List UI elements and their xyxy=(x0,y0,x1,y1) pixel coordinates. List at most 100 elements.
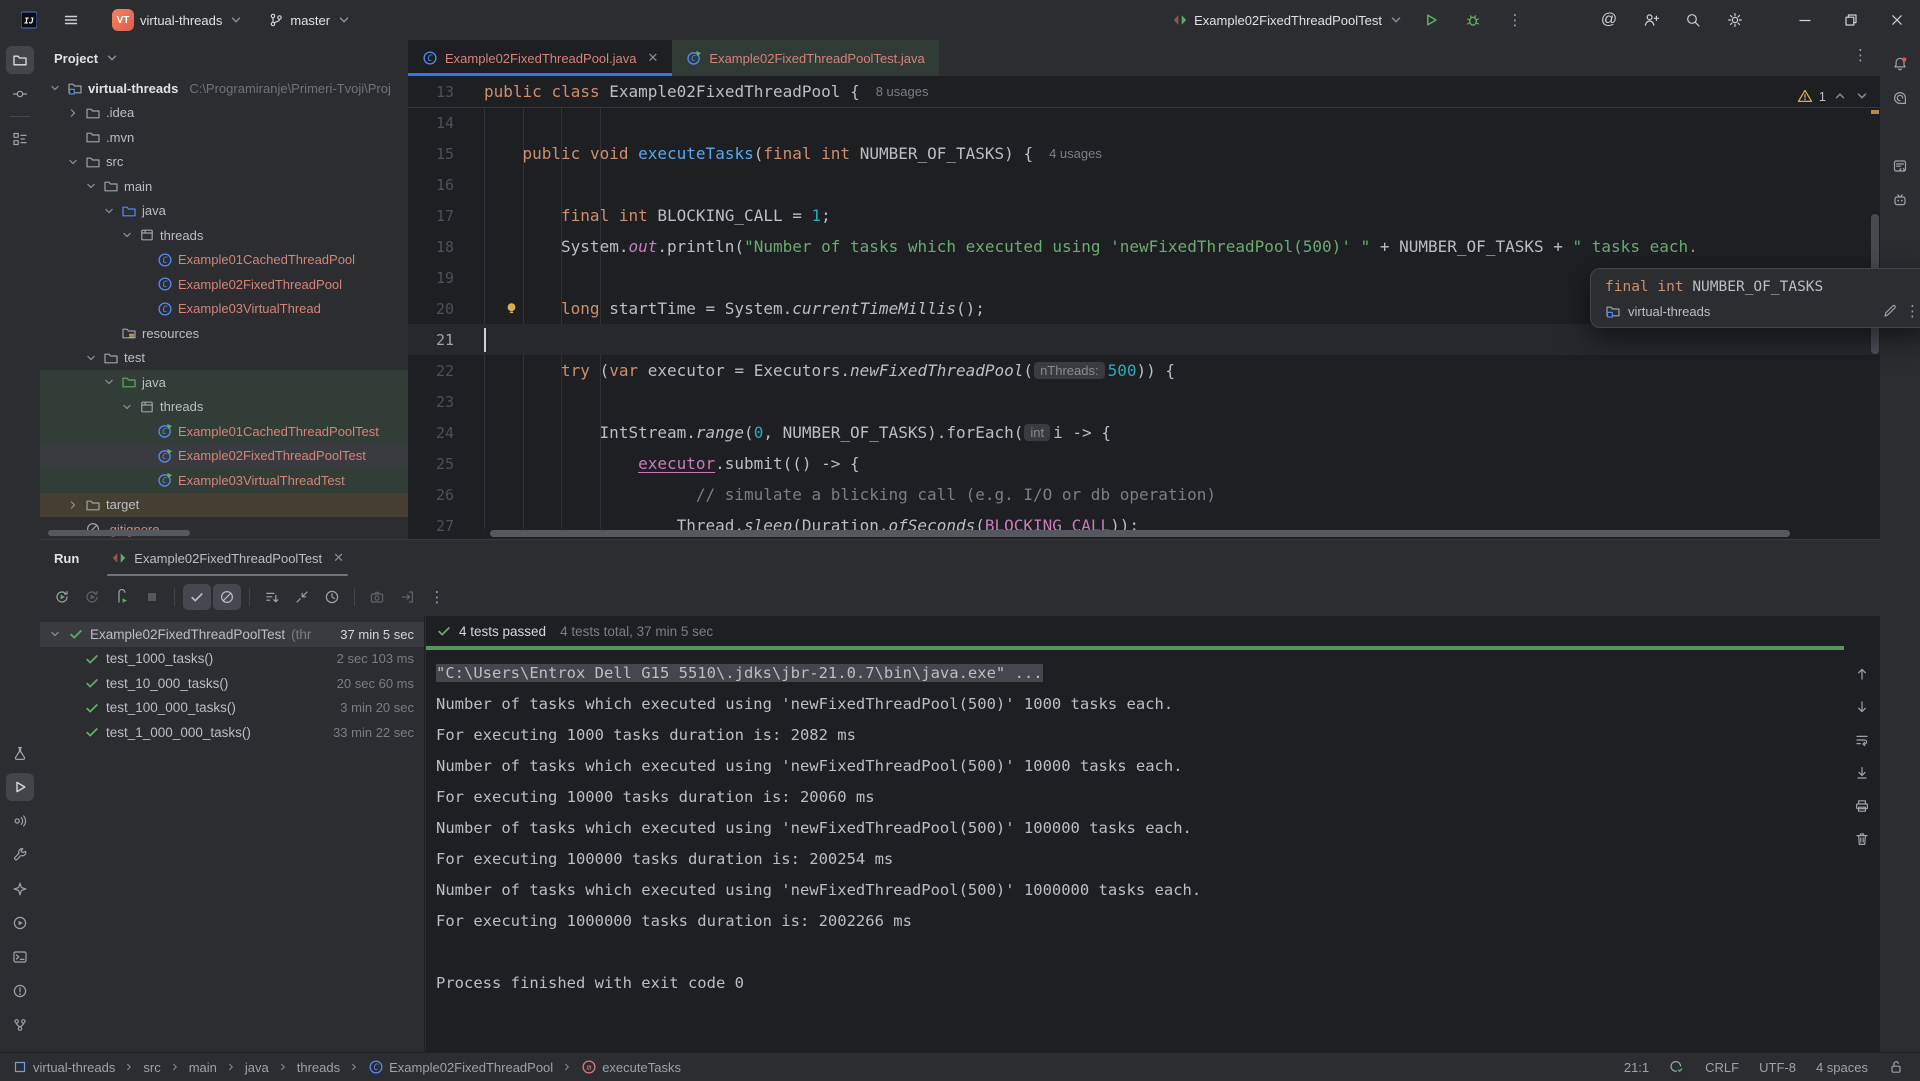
tree-item[interactable]: target xyxy=(40,493,408,518)
tool-strip-button-commit[interactable] xyxy=(6,80,34,108)
tool-strip-button-bell[interactable] xyxy=(1886,50,1914,78)
code-line[interactable]: 26// simulate a blicking call (e.g. I/O … xyxy=(408,479,1880,510)
tree-chevron[interactable] xyxy=(102,375,116,389)
rerun-button[interactable] xyxy=(48,584,76,610)
tool-strip-button-project-folder[interactable] xyxy=(6,46,34,74)
close-tab-icon[interactable]: ✕ xyxy=(648,50,659,66)
tree-item[interactable]: CExample02FixedThreadPool xyxy=(40,272,408,297)
tool-strip-button-wrench[interactable] xyxy=(6,841,34,869)
lock-open-icon[interactable] xyxy=(1888,1059,1904,1075)
tool-strip-button-ai[interactable] xyxy=(1886,84,1914,112)
code-line[interactable]: 22try (var executor = Executors.newFixed… xyxy=(408,355,1880,386)
test-item[interactable]: test_10_000_tasks()20 sec 60 ms xyxy=(40,671,424,696)
project-widget[interactable]: VT virtual-threads xyxy=(106,5,250,35)
tool-strip-button-more[interactable] xyxy=(6,159,34,187)
tree-chevron[interactable] xyxy=(120,228,134,242)
tree-item[interactable]: src xyxy=(40,150,408,175)
next-problem-icon[interactable] xyxy=(1854,88,1870,104)
main-menu-button[interactable] xyxy=(50,5,92,35)
tool-strip-button-services[interactable] xyxy=(6,909,34,937)
tree-item[interactable]: CExample03VirtualThread xyxy=(40,297,408,322)
breadcrumb-item[interactable]: CExample02FixedThreadPool xyxy=(368,1059,553,1075)
tree-item[interactable]: CExample03VirtualThreadTest xyxy=(40,468,408,493)
tree-item[interactable]: CExample02FixedThreadPoolTest xyxy=(40,444,408,469)
kebab-icon[interactable]: ⋮ xyxy=(1905,304,1920,319)
scroll-end-button[interactable] xyxy=(1850,761,1874,785)
editor-tab[interactable]: CExample02FixedThreadPool.java✕ xyxy=(408,40,672,76)
breadcrumb-item[interactable]: virtual-threads xyxy=(12,1059,115,1075)
prev-problem-icon[interactable] xyxy=(1832,88,1848,104)
run-button[interactable] xyxy=(1410,5,1452,35)
export-button[interactable] xyxy=(393,584,421,610)
tree-chevron[interactable] xyxy=(66,498,80,512)
test-root-row[interactable]: Example02FixedThreadPoolTest (thr37 min … xyxy=(40,622,424,647)
collapse-all-button[interactable] xyxy=(288,584,316,610)
ok-toggle-button[interactable] xyxy=(183,584,211,610)
test-item[interactable]: test_1000_tasks()2 sec 103 ms xyxy=(40,647,424,672)
inspections-status-icon[interactable] xyxy=(1669,1059,1685,1075)
code-line[interactable]: 25executor.submit(() -> { xyxy=(408,448,1880,479)
test-item[interactable]: test_100_000_tasks()3 min 20 sec xyxy=(40,696,424,721)
intention-bulb-icon[interactable] xyxy=(504,301,519,319)
tree-item[interactable]: CExample01CachedThreadPoolTest xyxy=(40,419,408,444)
more-run-options-button[interactable]: ⋮ xyxy=(1494,5,1536,35)
tree-chevron[interactable] xyxy=(84,351,98,365)
editor-tab[interactable]: CExample02FixedThreadPoolTest.java xyxy=(672,40,938,76)
breadcrumb-item[interactable]: threads xyxy=(297,1060,340,1075)
project-tree-hscrollbar[interactable] xyxy=(48,530,190,536)
tree-chevron[interactable] xyxy=(66,155,80,169)
branch-widget[interactable]: master xyxy=(262,5,358,35)
run-tab[interactable]: Example02FixedThreadPoolTest ✕ xyxy=(101,540,354,576)
tool-strip-button-terminal[interactable] xyxy=(6,943,34,971)
line-ending[interactable]: CRLF xyxy=(1705,1060,1739,1075)
code-line[interactable]: 24IntStream.range(0, NUMBER_OF_TASKS).fo… xyxy=(408,417,1880,448)
minimize-button[interactable] xyxy=(1782,0,1828,40)
tool-strip-button-git2[interactable] xyxy=(6,1011,34,1039)
breadcrumb-item[interactable]: java xyxy=(245,1060,269,1075)
tree-chevron[interactable] xyxy=(48,81,62,95)
tree-item[interactable]: resources xyxy=(40,321,408,346)
kebab-button[interactable]: ⋮ xyxy=(423,584,451,610)
tree-item[interactable]: java xyxy=(40,199,408,224)
code-with-me-button[interactable] xyxy=(1630,5,1672,35)
code-line[interactable]: 16 xyxy=(408,169,1880,200)
tab-options-button[interactable]: ⋮ xyxy=(1853,48,1868,63)
breadcrumb-item[interactable]: mexecuteTasks xyxy=(581,1059,681,1075)
tree-item[interactable]: CExample01CachedThreadPool xyxy=(40,248,408,273)
caret-position[interactable]: 21:1 xyxy=(1624,1060,1649,1075)
code-line[interactable]: 18System.out.println("Number of tasks wh… xyxy=(408,231,1880,262)
breadcrumb-item[interactable]: src xyxy=(143,1060,160,1075)
edit-icon[interactable] xyxy=(1882,303,1898,319)
tool-strip-button-endpoints[interactable] xyxy=(6,807,34,835)
sort-duration-button[interactable] xyxy=(258,584,286,610)
test-item[interactable]: test_1_000_000_tasks()33 min 22 sec xyxy=(40,720,424,745)
close-button[interactable] xyxy=(1874,0,1920,40)
tool-strip-button-structure[interactable] xyxy=(6,125,34,153)
tool-strip-button-problems[interactable] xyxy=(6,977,34,1005)
debug-button[interactable] xyxy=(1452,5,1494,35)
history-button[interactable] xyxy=(318,584,346,610)
settings-button[interactable] xyxy=(1714,5,1756,35)
restore-button[interactable] xyxy=(1828,0,1874,40)
tool-strip-button-flask[interactable] xyxy=(6,739,34,767)
trash-button[interactable] xyxy=(1850,827,1874,851)
code-line[interactable]: 13public class Example02FixedThreadPool … xyxy=(408,76,1880,107)
indent-setting[interactable]: 4 spaces xyxy=(1816,1060,1868,1075)
usages-hint[interactable]: 8 usages xyxy=(876,84,929,99)
tree-item[interactable]: .idea xyxy=(40,101,408,126)
code-line[interactable]: 15public void executeTasks(final int NUM… xyxy=(408,138,1880,169)
printer-button[interactable] xyxy=(1850,794,1874,818)
rerun-failed-button[interactable] xyxy=(78,584,106,610)
close-run-tab-icon[interactable]: ✕ xyxy=(333,550,344,566)
tool-strip-button-maven[interactable] xyxy=(1886,118,1914,146)
stop-button[interactable] xyxy=(138,584,166,610)
usages-hint[interactable]: 4 usages xyxy=(1049,146,1102,161)
code-line[interactable]: 23 xyxy=(408,386,1880,417)
arrow-up-button[interactable] xyxy=(1850,662,1874,686)
inspections-widget[interactable]: 1 xyxy=(1797,88,1870,104)
tree-item[interactable]: java xyxy=(40,370,408,395)
snapshot-button[interactable] xyxy=(363,584,391,610)
project-panel-header[interactable]: Project xyxy=(40,40,408,76)
tool-strip-button-robot[interactable] xyxy=(1886,186,1914,214)
arrow-down-button[interactable] xyxy=(1850,695,1874,719)
